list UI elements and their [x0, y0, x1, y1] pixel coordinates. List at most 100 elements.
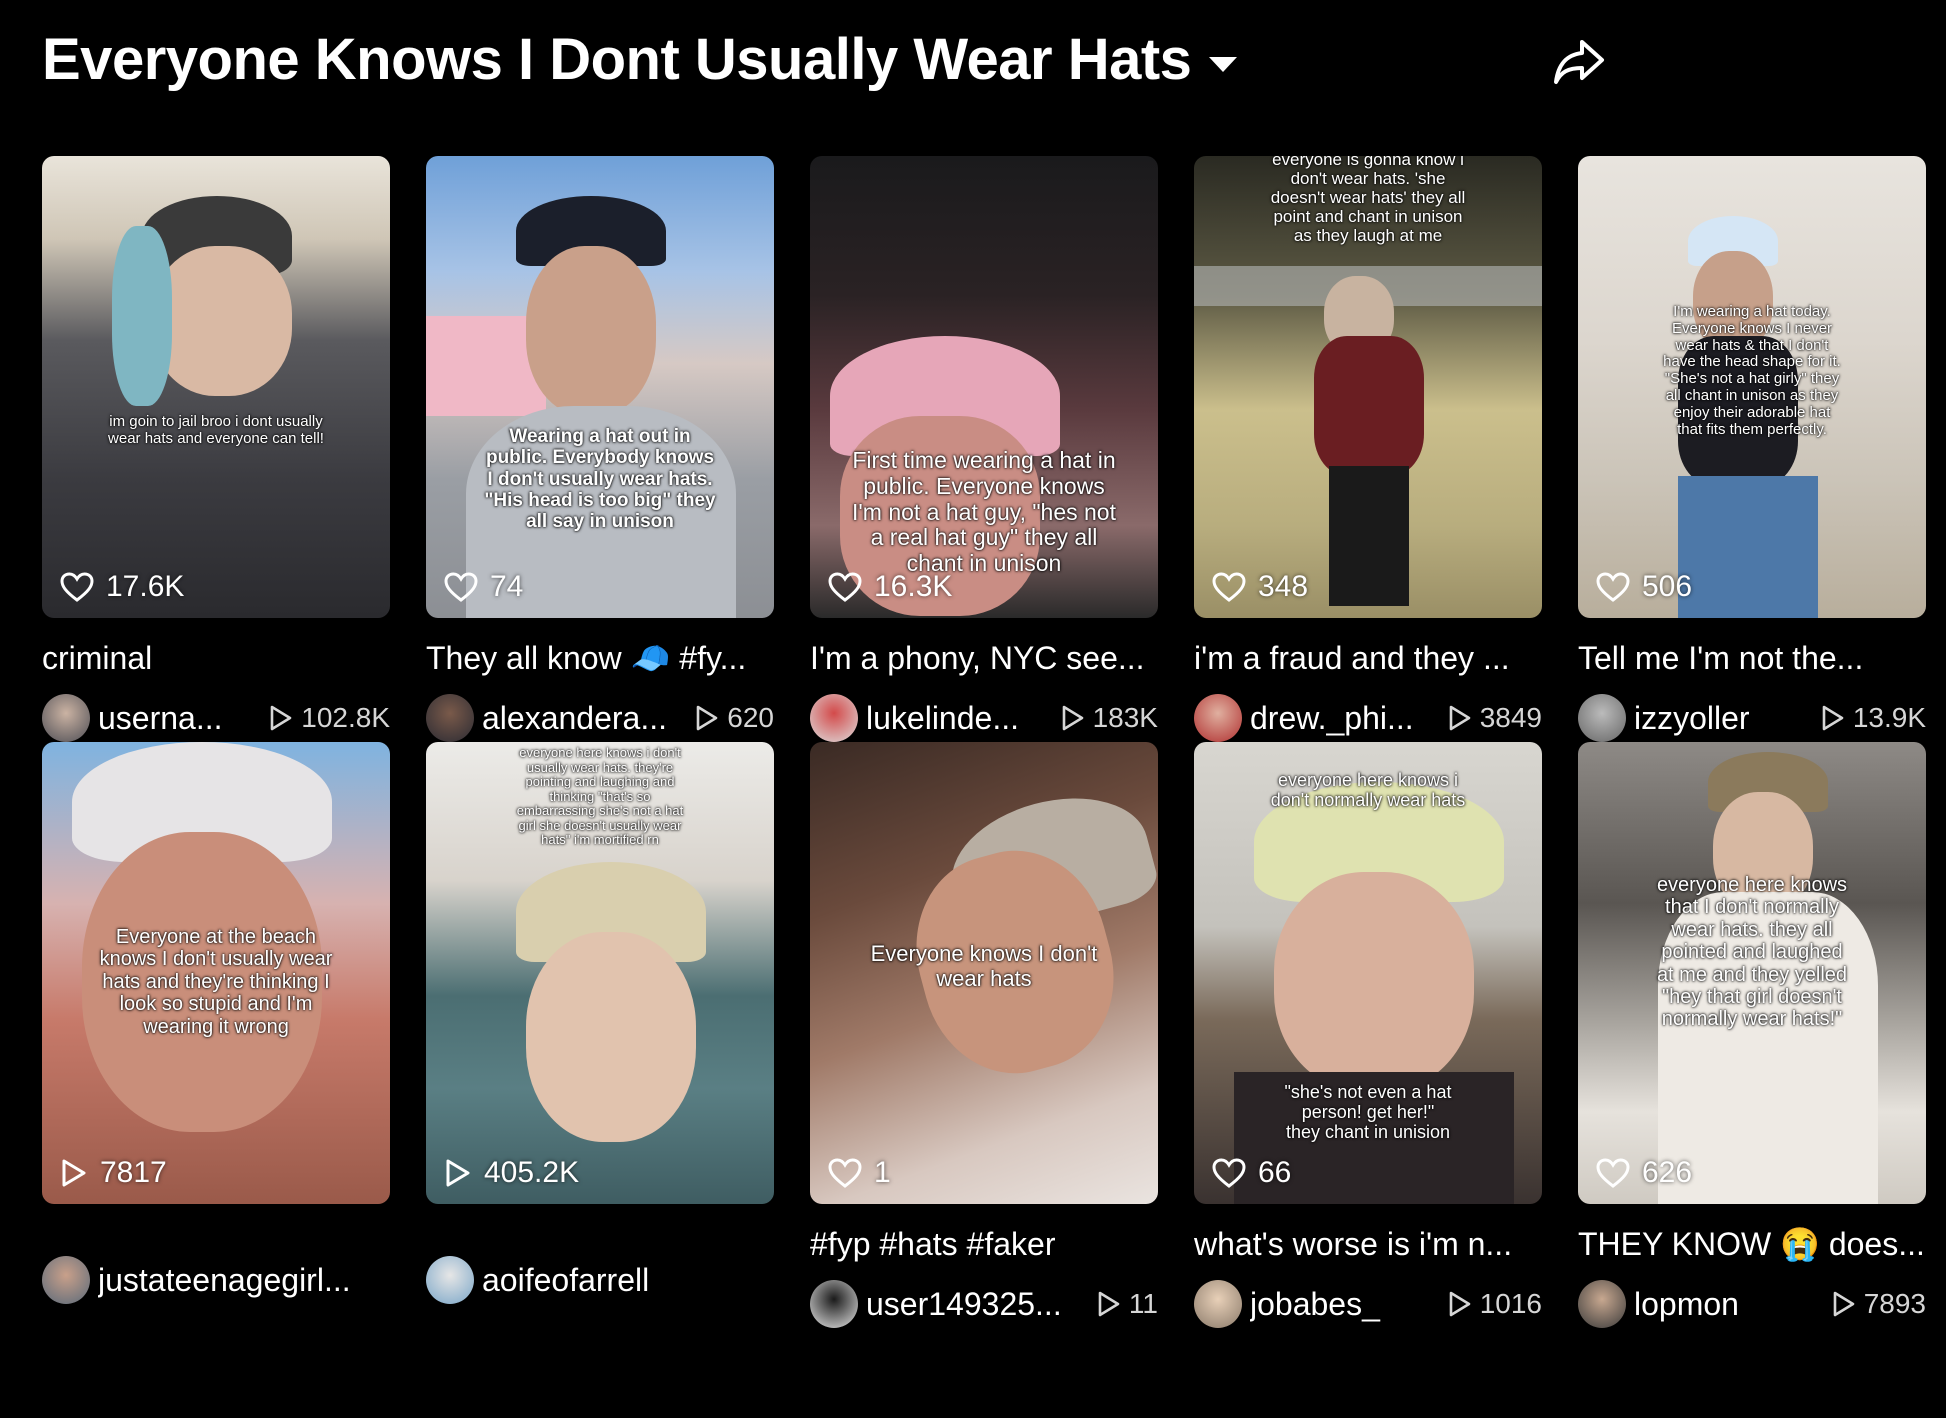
avatar[interactable]	[1194, 694, 1242, 742]
view-count: 7893	[1832, 1288, 1926, 1320]
video-caption[interactable]: i'm a fraud and they ...	[1194, 638, 1542, 678]
stat-count: 16.3K	[874, 570, 953, 603]
view-count: 13.9K	[1821, 702, 1926, 734]
avatar[interactable]	[42, 694, 90, 742]
video-card[interactable]: everyone here knows i don't normally wea…	[1194, 742, 1542, 1328]
views-value: 620	[727, 702, 774, 733]
video-meta: izzyoller 13.9K	[1578, 694, 1926, 742]
video-thumbnail[interactable]: I'm wearing a hat today. Everyone knows …	[1578, 156, 1926, 618]
play-icon	[696, 705, 718, 731]
views-value: 183K	[1092, 702, 1158, 733]
video-thumbnail[interactable]: First time wearing a hat in public. Ever…	[810, 156, 1158, 618]
author-name[interactable]: user149325...	[866, 1286, 1097, 1323]
avatar[interactable]	[426, 1256, 474, 1304]
avatar[interactable]	[426, 694, 474, 742]
view-count: 620	[695, 702, 774, 734]
stat-count: 74	[490, 570, 524, 603]
play-icon	[1822, 705, 1844, 731]
share-icon[interactable]	[1552, 36, 1606, 86]
video-card[interactable]: everyone here knows that I don't normall…	[1578, 742, 1926, 1328]
video-caption[interactable]: THEY KNOW 😭 does...	[1578, 1224, 1926, 1264]
views-value: 13.9K	[1852, 702, 1926, 733]
playlist-title: Everyone Knows I Dont Usually Wear Hats	[42, 27, 1192, 92]
video-meta: drew._phi... 3849	[1194, 694, 1542, 742]
avatar[interactable]	[42, 1256, 90, 1304]
play-icon	[270, 705, 292, 731]
video-thumbnail[interactable]: Everyone at the beach knows I don't usua…	[42, 742, 390, 1204]
video-stat: 74	[444, 570, 523, 604]
heart-icon	[1596, 1158, 1630, 1188]
video-caption[interactable]: criminal	[42, 638, 390, 678]
play-icon	[1833, 1291, 1855, 1317]
chevron-down-icon[interactable]	[1209, 57, 1238, 72]
video-caption[interactable]: #fyp #hats #faker	[810, 1224, 1158, 1264]
stat-count: 405.2K	[484, 1156, 580, 1189]
play-icon	[62, 1159, 86, 1187]
stat-count: 66	[1258, 1156, 1292, 1189]
video-overlay-text-secondary: "she's not even a hat person! get her!" …	[1284, 1082, 1452, 1143]
video-caption[interactable]: what's worse is i'm n...	[1194, 1224, 1542, 1264]
views-value: 102.8K	[301, 702, 390, 733]
stat-count: 626	[1642, 1156, 1693, 1189]
video-meta: justateenagegirl...	[42, 1256, 390, 1304]
heart-icon	[444, 572, 478, 602]
play-icon	[446, 1159, 470, 1187]
avatar[interactable]	[1578, 1280, 1626, 1328]
avatar[interactable]	[810, 1280, 858, 1328]
video-overlay-text: everyone here knows i don't usually wear…	[516, 745, 684, 848]
page-header: Everyone Knows I Dont Usually Wear Hats	[42, 26, 1238, 93]
video-overlay-text: Wearing a hat out in public. Everybody k…	[484, 426, 716, 533]
stat-count: 7817	[100, 1156, 167, 1189]
author-name[interactable]: jobabes_	[1250, 1286, 1448, 1323]
author-name[interactable]: aoifeofarrell	[482, 1262, 774, 1299]
video-stat: 16.3K	[828, 570, 952, 604]
video-card[interactable]: im goin to jail broo i dont usually wear…	[42, 156, 390, 742]
author-name[interactable]: justateenagegirl...	[98, 1262, 390, 1299]
video-caption[interactable]: They all know 🧢 #fy...	[426, 638, 774, 678]
video-card[interactable]: Wearing a hat out in public. Everybody k…	[426, 156, 774, 742]
video-meta: lukelinde... 183K	[810, 694, 1158, 742]
video-thumbnail[interactable]: im goin to jail broo i dont usually wear…	[42, 156, 390, 618]
video-thumbnail[interactable]: everyone here knows i don't usually wear…	[426, 742, 774, 1204]
video-thumbnail[interactable]: Everyone knows I don't wear hats 1	[810, 742, 1158, 1204]
video-card[interactable]: I'm wearing a hat today. Everyone knows …	[1578, 156, 1926, 742]
author-name[interactable]: lukelinde...	[866, 700, 1061, 737]
author-name[interactable]: userna...	[98, 700, 269, 737]
video-card[interactable]: First time wearing a hat in public. Ever…	[810, 156, 1158, 742]
video-thumbnail[interactable]: everyone is gonna know i don't wear hats…	[1194, 156, 1542, 618]
video-thumbnail[interactable]: everyone here knows that I don't normall…	[1578, 742, 1926, 1204]
video-meta: user149325... 11	[810, 1280, 1158, 1328]
video-meta: aoifeofarrell	[426, 1256, 774, 1304]
video-card[interactable]: Everyone knows I don't wear hats 1 #fyp …	[810, 742, 1158, 1328]
video-card[interactable]: everyone is gonna know i don't wear hats…	[1194, 156, 1542, 742]
author-name[interactable]: izzyoller	[1634, 700, 1821, 737]
video-thumbnail[interactable]: Wearing a hat out in public. Everybody k…	[426, 156, 774, 618]
video-overlay-text: everyone here knows i don't normally wea…	[1270, 770, 1466, 811]
video-caption[interactable]: Tell me I'm not the...	[1578, 638, 1926, 678]
avatar[interactable]	[1194, 1280, 1242, 1328]
avatar[interactable]	[1578, 694, 1626, 742]
video-stat: 17.6K	[60, 570, 184, 604]
author-name[interactable]: lopmon	[1634, 1286, 1832, 1323]
video-card[interactable]: Everyone at the beach knows I don't usua…	[42, 742, 390, 1328]
heart-icon	[828, 572, 862, 602]
author-name[interactable]: drew._phi...	[1250, 700, 1448, 737]
play-icon	[1098, 1291, 1120, 1317]
heart-icon	[1596, 572, 1630, 602]
stat-count: 506	[1642, 570, 1693, 603]
video-thumbnail[interactable]: everyone here knows i don't normally wea…	[1194, 742, 1542, 1204]
video-stat: 405.2K	[444, 1156, 579, 1190]
video-caption[interactable]: I'm a phony, NYC see...	[810, 638, 1158, 678]
author-name[interactable]: alexandera...	[482, 700, 695, 737]
stat-count: 1	[874, 1156, 891, 1189]
video-card[interactable]: everyone here knows i don't usually wear…	[426, 742, 774, 1328]
video-overlay-text: everyone here knows that I don't normall…	[1656, 874, 1848, 1031]
avatar[interactable]	[810, 694, 858, 742]
video-overlay-text: Everyone knows I don't wear hats	[870, 941, 1098, 991]
video-overlay-text: I'm wearing a hat today. Everyone knows …	[1663, 303, 1841, 438]
heart-icon	[60, 572, 94, 602]
video-stat: 7817	[60, 1156, 167, 1190]
video-overlay-text: Everyone at the beach knows I don't usua…	[99, 926, 333, 1038]
heart-icon	[828, 1158, 862, 1188]
views-value: 1016	[1479, 1288, 1542, 1319]
